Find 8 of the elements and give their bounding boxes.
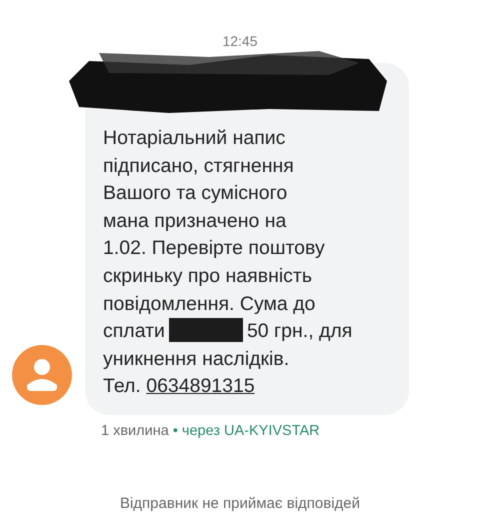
message-age: 1 хвилина (101, 422, 169, 439)
avatar-icon (12, 344, 72, 405)
message-text: Нотаріальний напис підписано, стягнення Вашого та сумісного мана призначено на 1.02. Перевірте поштову скриньку про наявність повідомлення. Сума до сплати 50 грн., для уникнення наслідків. Тел. 0634891315 (103, 126, 354, 400)
no-reply-notice: Відправник не приймає відповідей (118, 495, 362, 512)
message-time: 12:45 (221, 33, 259, 51)
phone-link[interactable]: 0634891315 (146, 375, 255, 398)
separator-dot: • (172, 422, 178, 439)
carrier-label: через UA-KYIVSTAR (182, 422, 320, 439)
